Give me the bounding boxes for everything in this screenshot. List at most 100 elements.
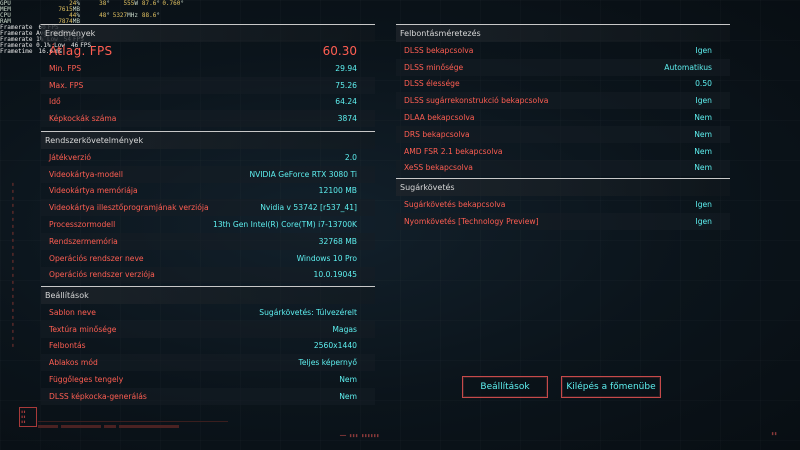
stat-label: XeSS bekapcsolva: [404, 163, 473, 173]
stat-value: Nem: [339, 391, 357, 401]
stat-row: Processzormodell 13th Gen Intel(R) Core(T…: [41, 216, 375, 233]
stat-label: DLSS élessége: [404, 79, 460, 89]
stat-label: Videokártya illesztőprogramjának verziój…: [49, 203, 209, 213]
stat-value: Igen: [695, 216, 712, 226]
stat-row: Min. FPS 29.94: [41, 60, 375, 77]
stat-label: DRS bekapcsolva: [404, 129, 470, 139]
results-panel: Eredmények Átlag. FPS 60.30 Min. FPS 29.9…: [41, 24, 375, 128]
avg-fps-value: 60.30: [322, 44, 357, 58]
stat-label: Sablon neve: [49, 307, 96, 317]
stat-value: Igen: [695, 45, 712, 55]
overlay-unit: °: [180, 0, 184, 7]
stat-row: DLSS bekapcsolva Igen: [396, 42, 730, 59]
overlay-value: 0.760°: [160, 0, 184, 7]
stat-row: Operációs rendszer neve Windows 10 Pro: [41, 250, 375, 267]
stat-label: Képkockák száma: [49, 114, 117, 124]
exit-to-main-menu-button[interactable]: Kilépés a főmenübe: [561, 376, 661, 398]
stat-label: DLSS sugárrekonstrukció bekapcsolva: [404, 96, 549, 106]
stat-value: Automatikus: [664, 62, 712, 72]
stat-row: AMD FSR 2.1 bekapcsolva Nem: [396, 143, 730, 160]
stat-label: DLSS minősége: [404, 62, 464, 72]
stat-row: Játékverzió 2.0: [41, 149, 375, 166]
stat-value: 2.0: [344, 152, 357, 162]
overlay-framerate-label: Frametime: [0, 48, 33, 55]
stat-value: Nem: [694, 146, 712, 156]
stat-value: Windows 10 Pro: [296, 253, 357, 263]
stat-row: Operációs rendszer verziója 10.0.19045: [41, 266, 375, 284]
stat-value: Nem: [339, 375, 357, 385]
stat-value: NVIDIA GeForce RTX 3080 Ti: [249, 169, 357, 179]
stat-row: Textúra minősége Magas: [41, 320, 375, 338]
stat-row: DLSS élessége 0.50: [396, 76, 730, 93]
settings-panel: Beállítások Sablon neve Sugárkövetés: Túl…: [41, 286, 375, 405]
stat-row: Ablakos mód Teljes képernyő: [41, 354, 375, 372]
stat-value: 75.26: [335, 80, 357, 90]
stat-row: Sablon neve Sugárkövetés: Túlvezérelt: [41, 304, 375, 321]
stat-value: Magas: [332, 324, 357, 334]
stat-label: Függőleges tengely: [49, 375, 124, 385]
stat-row: Függőleges tengely Nem: [41, 371, 375, 388]
stat-value: Nvidia v 53742 [r537_41]: [260, 203, 357, 213]
stat-label: Videokártya memóriája: [49, 186, 138, 196]
stat-label: Operációs rendszer neve: [49, 253, 144, 263]
overlay-value: 555W: [110, 0, 138, 7]
stat-row: Videokártya illesztőprogramjának verziój…: [41, 199, 375, 217]
settings-button[interactable]: Beállítások: [462, 376, 548, 398]
overlay-value: 87.6°: [138, 0, 160, 7]
stat-value: Igen: [695, 96, 712, 106]
raytracing-header: Sugárkövetés: [396, 178, 730, 196]
bottom-decoration: [38, 413, 228, 428]
system-panel: Rendszerkövetelmények Játékverzió 2.0 Vide…: [41, 131, 375, 284]
stat-row: Idő 64.24: [41, 94, 375, 111]
overlay-number: 87.6: [141, 0, 157, 7]
stat-label: Videokártya-modell: [49, 169, 123, 179]
overlay-number: 88.6: [141, 12, 157, 19]
overlay-value: 5327MHz: [110, 12, 138, 19]
stat-label: Sugárkövetés bekapcsolva: [404, 199, 506, 209]
stat-label: Max. FPS: [49, 80, 84, 90]
stat-value: Nem: [694, 163, 712, 173]
overlay-unit: °: [156, 12, 160, 19]
stat-value: 3874: [337, 114, 357, 124]
overlay-value: 38°: [80, 0, 110, 7]
overlay-number: 5327: [112, 12, 128, 19]
stat-label: Processzormodell: [49, 220, 116, 230]
results-header: Eredmények: [41, 24, 375, 42]
overlay-value: 48°: [80, 12, 110, 19]
stat-value: 12100 MB: [318, 186, 357, 196]
stat-value: 10.0.19045: [313, 270, 357, 280]
stat-row: Max. FPS 75.26: [41, 76, 375, 94]
corner-badge: ▮▮ ▮▮ ▮▮: [19, 407, 37, 427]
stat-label: DLSS bekapcsolva: [404, 45, 474, 55]
stat-label: Idő: [49, 97, 61, 107]
stat-value: Nem: [694, 113, 712, 123]
stat-value: Teljes képernyő: [298, 358, 357, 368]
center-decoration: ━━ ▮▮▮ ▮▮▮▮▮▮: [340, 433, 380, 439]
overlay-value: 88.6°: [138, 12, 160, 19]
raytracing-panel: Sugárkövetés Sugárkövetés bekapcsolva Ige…: [396, 178, 730, 230]
stat-label: Játékverzió: [49, 152, 91, 162]
stat-value: 0.50: [695, 79, 712, 89]
stat-label: Operációs rendszer verziója: [49, 270, 155, 280]
side-decoration: ▮▮▮▮▮▮▮▮▮▮▮▮▮▮▮▮▮▮▮▮▮▮▮▮: [10, 180, 16, 348]
stat-row: Felbontás 2560x1440: [41, 338, 375, 355]
stat-label: DLSS képkocka-generálás: [49, 391, 147, 401]
overlay-number: 555: [123, 0, 135, 7]
stat-value: Sugárkövetés: Túlvezérelt: [259, 307, 357, 317]
overlay-unit: MHz: [127, 12, 138, 19]
stat-label: Min. FPS: [49, 63, 82, 73]
right-decoration: ▮▮: [771, 431, 778, 437]
stat-value: 64.24: [335, 97, 357, 107]
stat-value: Igen: [695, 199, 712, 209]
stat-row: DLSS sugárrekonstrukció bekapcsolva Igen: [396, 92, 730, 110]
stat-value: 29.94: [335, 63, 357, 73]
stat-label: Textúra minősége: [49, 324, 117, 334]
stat-row: Videokártya-modell NVIDIA GeForce RTX 308…: [41, 165, 375, 183]
stat-row: XeSS bekapcsolva Nem: [396, 159, 730, 177]
system-header: Rendszerkövetelmények: [41, 131, 375, 149]
stat-value: Nem: [694, 129, 712, 139]
stat-value: 13th Gen Intel(R) Core(TM) i7-13700K: [213, 220, 357, 230]
overlay-number: 0.760: [162, 0, 181, 7]
stat-row: DLAA bekapcsolva Nem: [396, 109, 730, 126]
avg-fps-row: Átlag. FPS 60.30: [41, 42, 375, 60]
